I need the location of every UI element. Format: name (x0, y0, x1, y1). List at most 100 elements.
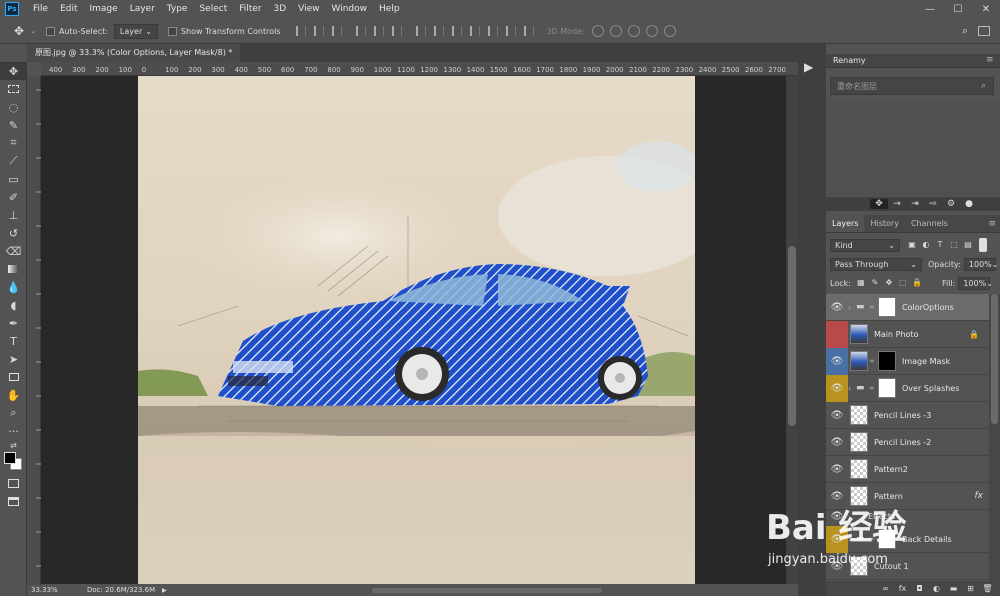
eye-icon[interactable]: 👁 (826, 429, 848, 456)
layer-thumbnail[interactable] (850, 351, 868, 371)
hand-tool-icon[interactable]: ✋ (0, 386, 27, 404)
3d-slide-icon[interactable] (645, 25, 658, 37)
layer-name[interactable]: Pencil Lines -2 (874, 438, 931, 447)
move-layers-icon[interactable]: ✥ (870, 199, 888, 209)
filter-shape-icon[interactable]: ⬚ (948, 240, 960, 250)
filter-pixel-icon[interactable]: ▣ (906, 240, 918, 250)
new-layer-icon[interactable]: ⊞ (962, 584, 979, 593)
maximize-button[interactable]: ☐ (944, 0, 972, 18)
tab-layers[interactable]: Layers (826, 215, 865, 232)
dodge-tool-icon[interactable]: ◖ (0, 296, 27, 314)
auto-select-dropdown[interactable]: Layer ⌄ (113, 23, 158, 39)
crop-tool-icon[interactable]: ⌗ (0, 134, 27, 152)
distribute-left-icon[interactable] (470, 26, 481, 36)
3d-roll-icon[interactable] (609, 25, 622, 37)
horizontal-scrollbar-thumb[interactable] (372, 588, 602, 593)
layer-mask-thumbnail[interactable] (878, 378, 896, 398)
filter-smart-object-icon[interactable]: ▤ (962, 240, 974, 250)
layer-thumbnail[interactable] (850, 324, 868, 344)
menu-edit[interactable]: Edit (54, 0, 83, 18)
chevron-right-icon[interactable]: › (848, 384, 856, 393)
layer-row-pattern2[interactable]: 👁 Pattern2 (826, 456, 989, 483)
gradient-tool-icon[interactable] (0, 260, 27, 278)
auto-align-icon[interactable] (524, 26, 535, 36)
shape-tool-icon[interactable] (0, 368, 27, 386)
filter-type-icon[interactable]: T (934, 240, 946, 250)
filter-kind-dropdown[interactable]: Kind ⌄ (830, 238, 900, 252)
lock-image-icon[interactable]: ✎ (869, 278, 881, 288)
auto-select-checkbox[interactable] (45, 26, 55, 36)
fx-icon[interactable]: fx (894, 584, 911, 593)
swap-colors-icon[interactable]: ⇄ (0, 440, 27, 450)
menu-help[interactable]: Help (373, 0, 406, 18)
arrow-right-icon[interactable]: → (888, 199, 906, 209)
layer-row-main-photo[interactable]: Main Photo 🔒 (826, 320, 989, 348)
lock-all-icon[interactable]: 🔒 (911, 278, 923, 288)
transform-controls-checkbox[interactable] (167, 26, 177, 36)
menu-layer[interactable]: Layer (124, 0, 161, 18)
align-bottom-icon[interactable] (332, 26, 343, 36)
layer-row-pencil-lines-3[interactable]: 👁 Pencil Lines -3 (826, 402, 989, 429)
layer-row-over-splashes[interactable]: 👁 › ▬ ∞ Over Splashes (826, 374, 989, 402)
arrow-right-bar-icon[interactable]: ⇥ (906, 199, 924, 209)
distribute-bottom-icon[interactable] (452, 26, 463, 36)
menu-image[interactable]: Image (84, 0, 124, 18)
eye-icon[interactable]: 👁 (826, 294, 848, 321)
renamy-rename-input[interactable]: 重命名图层 ⌕ (830, 77, 994, 95)
layers-scrollbar[interactable] (989, 294, 1000, 586)
menu-window[interactable]: Window (326, 0, 374, 18)
move-icon[interactable]: ✥ (14, 24, 24, 38)
foreground-color-swatch[interactable] (4, 452, 16, 464)
menu-type[interactable]: Type (161, 0, 194, 18)
layer-row-image-mask[interactable]: 👁 ∞ Image Mask (826, 347, 989, 375)
filter-adjustment-icon[interactable]: ◐ (920, 240, 932, 250)
renamy-title[interactable]: Renamy (833, 56, 866, 65)
align-vcenter-icon[interactable] (314, 26, 325, 36)
canvas-area[interactable] (41, 76, 786, 584)
stamp-tool-icon[interactable]: ⊥ (0, 206, 27, 224)
eye-icon[interactable]: 👁 (826, 402, 848, 429)
layer-name[interactable]: ColorOptions (902, 303, 954, 312)
history-brush-tool-icon[interactable]: ↺ (0, 224, 27, 242)
fill-input[interactable]: 100% ⌄ (958, 276, 993, 290)
layer-thumbnail[interactable] (850, 405, 868, 425)
search-icon[interactable]: ⌕ (962, 24, 968, 38)
layer-name[interactable]: Pencil Lines -3 (874, 411, 931, 420)
menu-file[interactable]: File (27, 0, 54, 18)
quick-select-tool-icon[interactable]: ✎ (0, 116, 27, 134)
arrow-next-icon[interactable]: ⇨ (924, 199, 942, 209)
distribute-top-icon[interactable] (416, 26, 427, 36)
align-top-icon[interactable] (296, 26, 307, 36)
blur-tool-icon[interactable]: 💧 (0, 278, 27, 296)
pen-tool-icon[interactable]: ✒ (0, 314, 27, 332)
3d-pan-icon[interactable] (627, 25, 640, 37)
eye-icon[interactable]: 👁 (826, 374, 848, 402)
info-icon[interactable]: ● (960, 199, 978, 209)
color-swatches[interactable] (0, 450, 27, 474)
lasso-tool-icon[interactable]: ◌ (0, 98, 27, 116)
tool-preset-dropdown-icon[interactable]: ⌄ (30, 27, 36, 35)
menu-view[interactable]: View (292, 0, 325, 18)
path-select-tool-icon[interactable]: ➤ (0, 350, 27, 368)
lock-position-icon[interactable]: ✥ (883, 278, 895, 288)
layer-thumbnail[interactable] (850, 459, 868, 479)
layer-name[interactable]: Pattern2 (874, 465, 908, 474)
eye-icon[interactable]: 👁 (826, 347, 848, 375)
chevron-right-icon[interactable]: › (848, 303, 856, 312)
distribute-hcenter-icon[interactable] (488, 26, 499, 36)
tab-channels[interactable]: Channels (905, 215, 954, 232)
menu-3d[interactable]: 3D (268, 0, 293, 18)
opacity-input[interactable]: 100% ⌄ (963, 257, 998, 271)
layers-scrollbar-thumb[interactable] (991, 294, 998, 424)
layer-name[interactable]: Over Splashes (902, 384, 959, 393)
quick-mask-icon[interactable] (0, 474, 27, 492)
panel-menu-icon[interactable]: ≡ (988, 219, 996, 229)
zoom-level[interactable]: 33.33% (31, 585, 58, 596)
zoom-tool-icon[interactable]: ⌕ (0, 404, 27, 422)
add-mask-icon[interactable]: ◘ (911, 584, 928, 593)
3d-orbit-icon[interactable] (591, 25, 604, 37)
marquee-tool-icon[interactable] (0, 80, 27, 98)
eye-icon[interactable]: 👁 (826, 456, 848, 483)
menu-select[interactable]: Select (193, 0, 233, 18)
layer-name[interactable]: Image Mask (902, 357, 950, 366)
